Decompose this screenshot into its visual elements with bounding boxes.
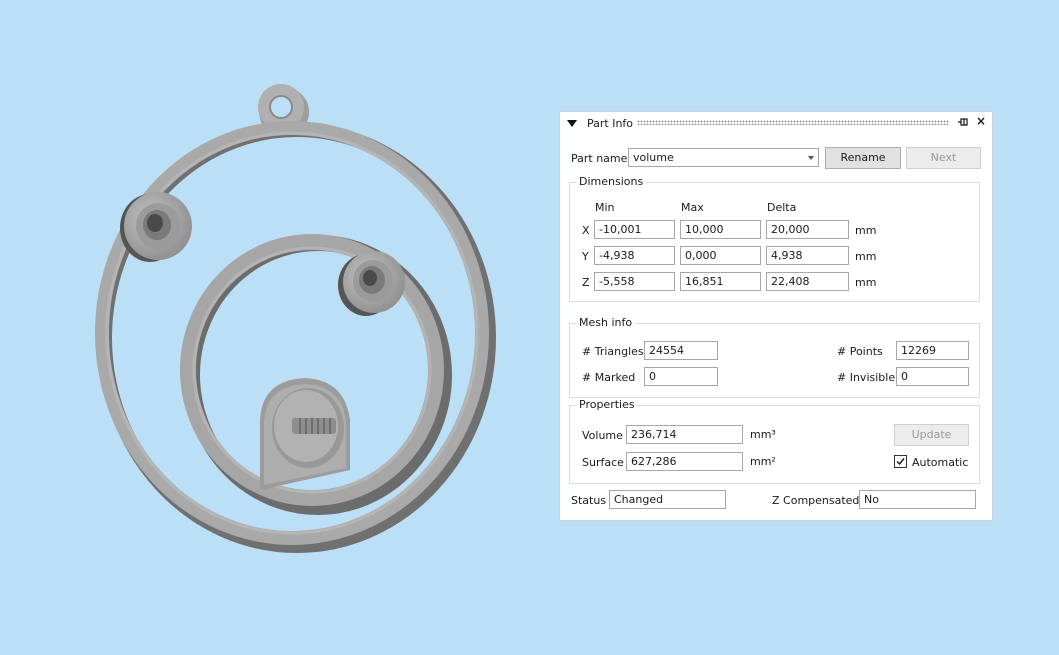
header-max: Max: [681, 201, 704, 214]
x-max-field[interactable]: 10,000: [680, 220, 761, 239]
part-name-value: volume: [633, 151, 674, 164]
x-delta-field[interactable]: 20,000: [766, 220, 849, 239]
volume-unit: mm³: [750, 428, 776, 441]
x-min-field[interactable]: -10,001: [594, 220, 675, 239]
panel-titlebar[interactable]: Part Info ×: [560, 112, 992, 134]
surface-label: Surface: [582, 456, 624, 469]
drag-grip[interactable]: [637, 120, 949, 125]
x-unit-label: mm: [855, 224, 877, 237]
z-compensated-field[interactable]: No: [859, 490, 976, 509]
y-min-field[interactable]: -4,938: [594, 246, 675, 265]
close-icon[interactable]: ×: [976, 114, 986, 128]
chevron-down-icon: [808, 156, 814, 160]
invisible-label: # Invisible: [837, 371, 896, 384]
status-field[interactable]: Changed: [609, 490, 726, 509]
surface-field[interactable]: 627,286: [626, 452, 743, 471]
update-button[interactable]: Update: [894, 424, 969, 446]
volume-field[interactable]: 236,714: [626, 425, 743, 444]
mesh-info-title: Mesh info: [576, 316, 636, 329]
properties-title: Properties: [576, 398, 638, 411]
triangles-field[interactable]: 24554: [644, 341, 718, 360]
threaded-pin: [292, 418, 336, 434]
rename-button[interactable]: Rename: [825, 147, 901, 169]
bottom-bracket: [260, 378, 350, 490]
z-compensated-label: Z Compensated: [772, 494, 860, 507]
y-max-field[interactable]: 0,000: [680, 246, 761, 265]
right-boss: [338, 251, 405, 316]
part-name-dropdown[interactable]: volume: [628, 148, 819, 167]
part-info-panel: Part Info × Part name volume Rename Next…: [559, 111, 993, 521]
z-unit-label: mm: [855, 276, 877, 289]
surface-unit: mm²: [750, 455, 776, 468]
volume-label: Volume: [582, 429, 623, 442]
z-delta-field[interactable]: 22,408: [766, 272, 849, 291]
marked-label: # Marked: [582, 371, 636, 384]
triangles-label: # Triangles: [582, 345, 644, 358]
pin-icon[interactable]: [957, 116, 969, 128]
checkmark-icon: [896, 458, 905, 466]
status-label: Status: [571, 494, 607, 507]
mesh-info-group: Mesh info: [569, 316, 980, 398]
axis-x-label: X: [582, 224, 590, 237]
panel-title: Part Info: [587, 117, 634, 130]
left-boss: [120, 192, 192, 262]
dimensions-title: Dimensions: [576, 175, 647, 188]
header-min: Min: [595, 201, 615, 214]
axis-z-label: Z: [582, 276, 590, 289]
next-button[interactable]: Next: [906, 147, 981, 169]
automatic-label: Automatic: [912, 456, 969, 469]
z-min-field[interactable]: -5,558: [594, 272, 675, 291]
points-label: # Points: [837, 345, 883, 358]
part-model[interactable]: [95, 84, 496, 553]
collapse-icon[interactable]: [567, 120, 577, 127]
part-name-label: Part name: [571, 152, 628, 165]
y-unit-label: mm: [855, 250, 877, 263]
header-delta: Delta: [767, 201, 797, 214]
z-max-field[interactable]: 16,851: [680, 272, 761, 291]
marked-field[interactable]: 0: [644, 367, 718, 386]
points-field[interactable]: 12269: [896, 341, 969, 360]
automatic-checkbox[interactable]: [894, 455, 907, 468]
y-delta-field[interactable]: 4,938: [766, 246, 849, 265]
axis-y-label: Y: [582, 250, 589, 263]
invisible-field[interactable]: 0: [896, 367, 969, 386]
